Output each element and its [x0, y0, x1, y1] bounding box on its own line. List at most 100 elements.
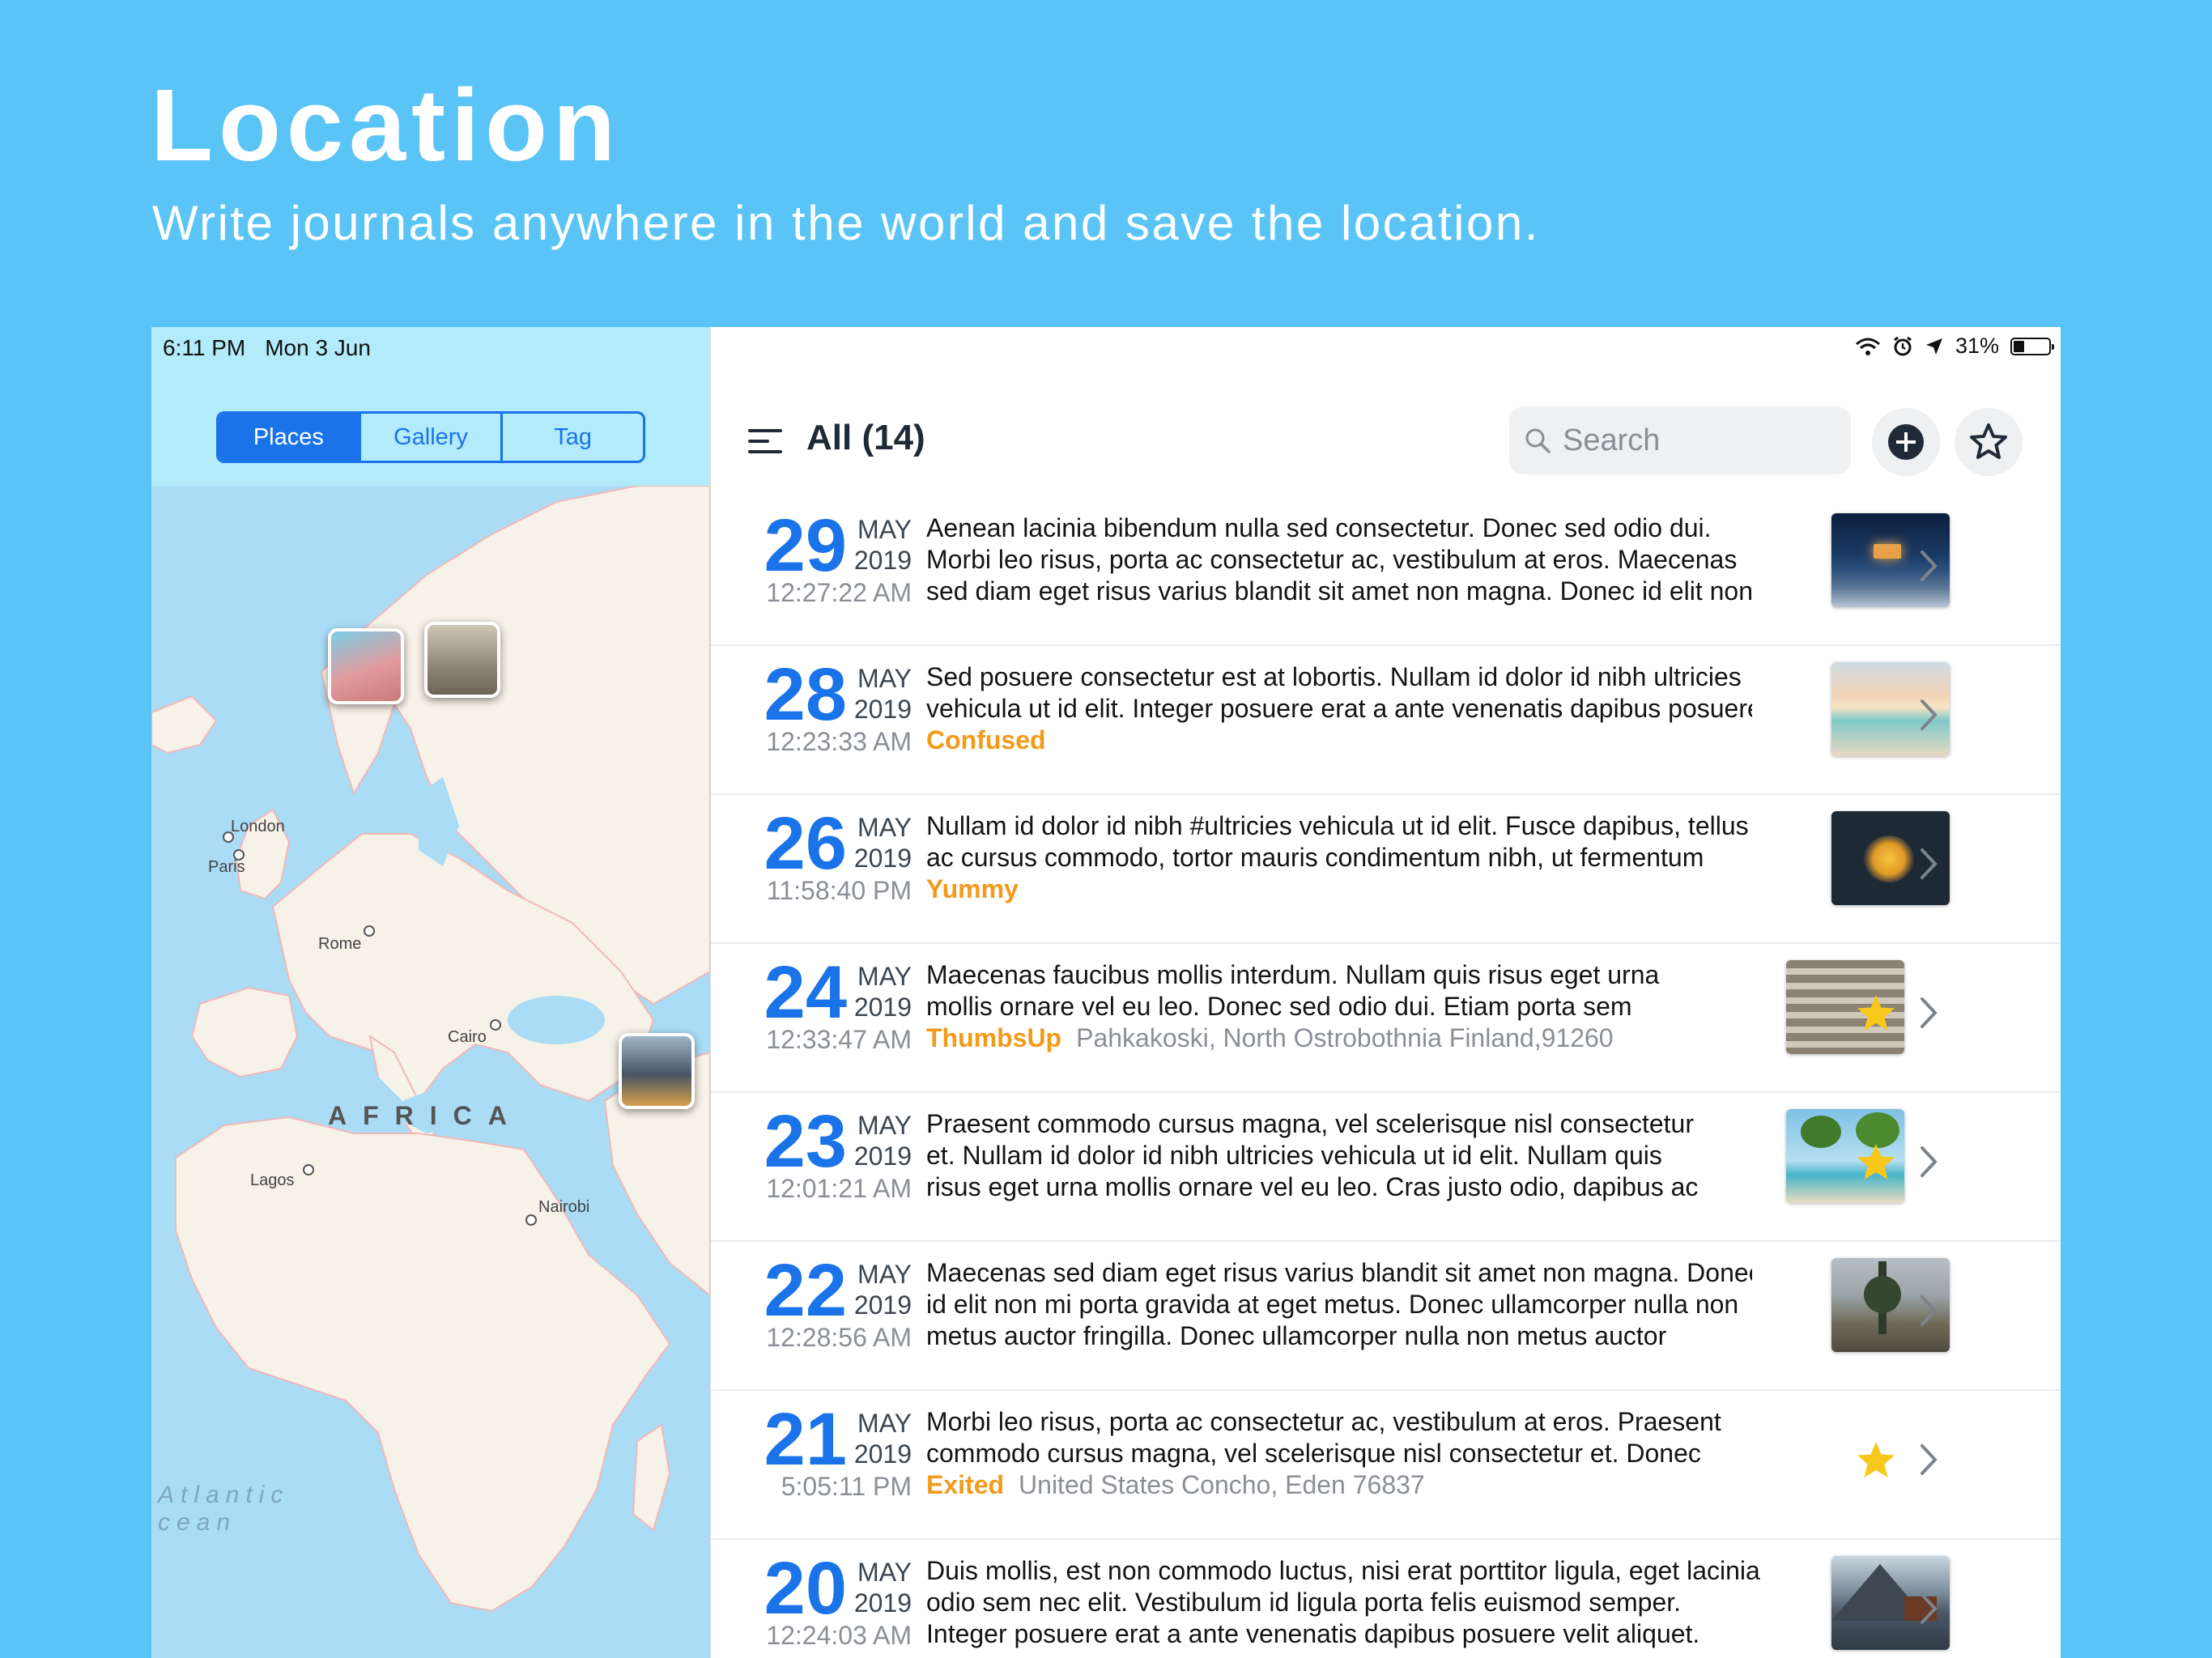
entry-text-line: et. Nullam id dolor id nibh ultricies ve…: [926, 1141, 1662, 1170]
entry-time: 12:27:22 AM: [766, 578, 912, 607]
entry-text: Sed posuere consectetur est at lobortis.…: [926, 661, 1752, 756]
entry-text: Maecenas sed diam eget risus varius blan…: [926, 1257, 1752, 1352]
entry-time: 12:28:56 AM: [766, 1323, 912, 1352]
status-bar-right: 31%: [1855, 334, 2054, 359]
map-city-label: Lagos: [250, 1171, 295, 1189]
entry-day: 22: [764, 1249, 847, 1332]
entry-year: 2019: [853, 546, 912, 575]
entry-month: MAY: [857, 664, 912, 693]
menu-icon[interactable]: [748, 427, 782, 455]
entry-text-line: id elit non mi porta gravida at eget met…: [926, 1290, 1739, 1319]
entry-text: Duis mollis, est non commodo luctus, nis…: [926, 1555, 1820, 1650]
entry-day: 20: [764, 1547, 847, 1630]
entry-day: 24: [764, 951, 847, 1034]
segment-gallery[interactable]: Gallery: [358, 414, 501, 461]
journal-entry-row[interactable]: 23 MAY 2019 12:01:21 AM Praesent commodo…: [711, 1093, 2061, 1242]
entry-text-line: Morbi leo risus, porta ac consectetur ac…: [926, 1407, 1721, 1436]
entry-text-line: Sed posuere consectetur est at lobortis.…: [926, 662, 1742, 691]
entry-month: MAY: [857, 1260, 912, 1289]
entry-year: 2019: [853, 993, 912, 1022]
journal-entry-row[interactable]: 28 MAY 2019 12:23:33 AM Sed posuere cons…: [711, 646, 2061, 795]
entry-text: Praesent commodo cursus magna, vel scele…: [926, 1108, 1752, 1203]
entry-time: 12:33:47 AM: [766, 1025, 912, 1054]
entry-month: MAY: [857, 813, 912, 842]
entry-year: 2019: [853, 1141, 912, 1171]
entry-text: Morbi leo risus, porta ac consectetur ac…: [926, 1406, 1752, 1501]
segment-places[interactable]: Places: [219, 414, 359, 461]
map-city-label: Nairobi: [538, 1198, 590, 1216]
map-ocean-label: Atlantic cean: [158, 1482, 290, 1536]
add-entry-button[interactable]: [1872, 408, 1940, 476]
search-field[interactable]: Search: [1509, 406, 1851, 474]
entry-time: 12:24:03 AM: [766, 1621, 912, 1650]
map-region-label: AFRICA: [328, 1101, 523, 1130]
star-filled-icon[interactable]: [1855, 993, 1897, 1035]
map-city-label: Cairo: [448, 1028, 487, 1046]
entry-month: MAY: [857, 1558, 912, 1587]
journal-entry-row[interactable]: 29 MAY 2019 12:27:22 AM Aenean lacinia b…: [711, 497, 2061, 646]
entry-text-line: Maecenas sed diam eget risus varius blan…: [926, 1258, 1752, 1287]
entry-time: 12:01:21 AM: [766, 1174, 912, 1203]
entry-text-line: Morbi leo risus, porta ac consectetur ac…: [926, 545, 1738, 574]
entry-location: United States Concho, Eden 76837: [1019, 1470, 1425, 1499]
search-icon: [1525, 428, 1551, 453]
status-date: Mon 3 Jun: [265, 335, 371, 360]
entry-day: 29: [764, 504, 847, 587]
star-filled-icon[interactable]: [1855, 1141, 1897, 1184]
entry-year: 2019: [853, 1290, 912, 1320]
journal-pane: 31% All (14) Search 29 MAY 2019 12:27:22…: [710, 327, 2061, 1658]
entry-text-line: metus auctor fringilla. Donec ullamcorpe…: [926, 1321, 1667, 1350]
entry-text-line: Integer posuere erat a ante venenatis da…: [926, 1619, 1700, 1648]
headline: Location: [151, 68, 621, 182]
entry-year: 2019: [853, 844, 912, 873]
map-photo-pin[interactable]: [619, 1033, 695, 1109]
map-photo-pin[interactable]: [424, 622, 500, 698]
star-filled-icon[interactable]: [1855, 1439, 1897, 1482]
map-city-label: Rome: [318, 935, 362, 953]
chevron-right-icon: [1921, 997, 1938, 1028]
journal-entry-row[interactable]: 24 MAY 2019 12:33:47 AM Maecenas faucibu…: [711, 944, 2061, 1093]
entry-month: MAY: [857, 962, 912, 991]
entry-text-line: Aenean lacinia bibendum nulla sed consec…: [926, 513, 1712, 542]
entry-month: MAY: [857, 515, 912, 544]
entry-text-line: mollis ornare vel eu leo. Donec sed odio…: [926, 992, 1632, 1021]
wifi-icon: [1855, 338, 1880, 355]
journal-entry-row[interactable]: 21 MAY 2019 5:05:11 PM Morbi leo risus, …: [711, 1391, 2061, 1540]
entry-text: Aenean lacinia bibendum nulla sed consec…: [926, 512, 1752, 607]
journal-entry-row[interactable]: 26 MAY 2019 11:58:40 PM Nullam id dolor …: [711, 795, 2061, 944]
journal-entry-row[interactable]: 22 MAY 2019 12:28:56 AM Maecenas sed dia…: [711, 1242, 2061, 1391]
map-city-label: London: [231, 818, 285, 835]
entry-text-line: Praesent commodo cursus magna, vel scele…: [926, 1109, 1694, 1138]
map-city-dot: [525, 1214, 537, 1226]
map-photo-pin[interactable]: [328, 628, 404, 704]
entry-day: 23: [764, 1100, 847, 1183]
journal-entry-row[interactable]: 20 MAY 2019 12:24:03 AM Duis mollis, est…: [711, 1540, 2061, 1658]
entry-text-line: vehicula ut id elit. Integer posuere era…: [926, 694, 1752, 723]
world-map[interactable]: London Paris Rome Cairo Lagos Nairobi AF…: [151, 486, 710, 1658]
entry-day: 21: [764, 1398, 847, 1481]
entry-text-line: Maecenas faucibus mollis interdum. Nulla…: [926, 960, 1660, 989]
map-city-dot: [364, 925, 375, 937]
status-bar-left: 6:11 PM Mon 3 Jun: [163, 335, 371, 361]
entry-text-line: Nullam id dolor id nibh #ultricies vehic…: [926, 811, 1749, 840]
entry-text: Nullam id dolor id nibh #ultricies vehic…: [926, 810, 1752, 905]
status-time: 6:11 PM: [163, 335, 246, 360]
segment-tag[interactable]: Tag: [500, 414, 643, 461]
entry-time: 11:58:40 PM: [766, 876, 912, 905]
favorites-button[interactable]: [1955, 408, 2023, 476]
entry-year: 2019: [853, 695, 912, 724]
map-city-label: Paris: [208, 858, 245, 876]
chevron-right-icon: [1921, 699, 1938, 730]
entry-mood: ThumbsUp: [926, 1023, 1062, 1052]
entry-day: 26: [764, 802, 847, 885]
battery-percent: 31%: [1955, 334, 1999, 358]
journal-list: 29 MAY 2019 12:27:22 AM Aenean lacinia b…: [711, 497, 2061, 1658]
chevron-right-icon: [1921, 1593, 1938, 1624]
subheadline: Write journals anywhere in the world and…: [152, 196, 1540, 250]
entry-mood: Yummy: [926, 874, 1019, 903]
view-segmented-control: Places Gallery Tag: [216, 411, 645, 463]
entry-year: 2019: [853, 1439, 912, 1469]
plus-circle-icon: [1888, 424, 1924, 460]
star-outline-icon: [1970, 423, 2007, 459]
chevron-right-icon: [1921, 1146, 1938, 1177]
